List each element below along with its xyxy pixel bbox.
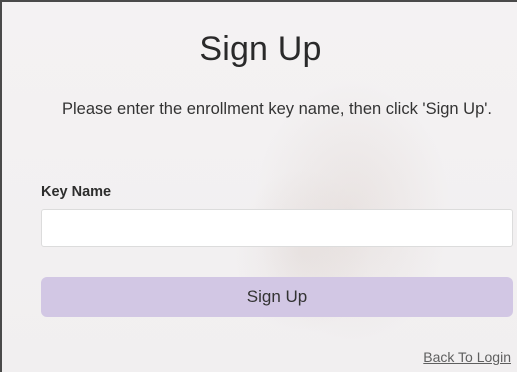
key-name-label: Key Name — [41, 184, 112, 200]
sign-up-button[interactable]: Sign Up — [41, 277, 513, 317]
back-to-login-link[interactable]: Back To Login — [423, 349, 511, 365]
key-name-input[interactable] — [41, 209, 513, 247]
instruction-text: Please enter the enrollment key name, th… — [61, 100, 493, 118]
page-title: Sign Up — [199, 30, 322, 68]
signup-panel: Sign Up Please enter the enrollment key … — [0, 0, 517, 372]
